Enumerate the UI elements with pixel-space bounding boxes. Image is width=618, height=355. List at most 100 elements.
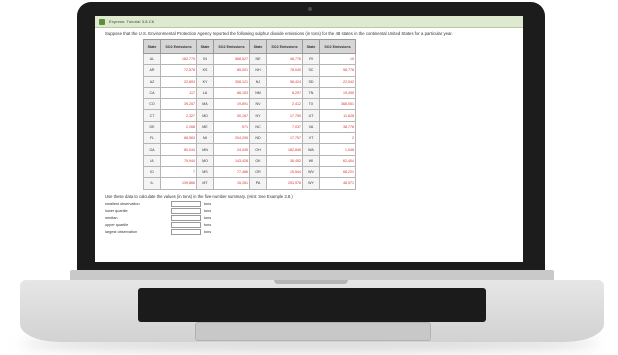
- emission-cell: 2: [319, 132, 356, 145]
- state-cell: UT: [302, 109, 320, 122]
- emission-cell: 78,040: [266, 64, 303, 77]
- emission-cell: 7,037: [266, 120, 303, 134]
- window-title: Express: Tutorial 3.8.C6: [109, 19, 155, 24]
- answer-input[interactable]: [171, 200, 201, 208]
- answer-input[interactable]: [171, 214, 201, 222]
- emission-cell: 1,048: [319, 143, 356, 156]
- state-cell: DE: [143, 120, 161, 134]
- laptop-hinge: [70, 270, 554, 280]
- table-row: IA 79,944 MO 143,428 OK 36,452 WI 62,404: [143, 154, 356, 167]
- state-cell: CO: [143, 98, 161, 111]
- answer-unit: tons: [204, 216, 212, 221]
- column-header: SO2 Emissions: [213, 39, 250, 54]
- state-cell: NV: [249, 98, 267, 111]
- emission-cell: 368,051: [319, 98, 356, 111]
- state-cell: AZ: [143, 75, 161, 88]
- answer-input[interactable]: [171, 221, 201, 229]
- emission-cell: 22,893: [160, 75, 197, 88]
- state-cell: NC: [249, 120, 267, 134]
- state-cell: PA: [249, 177, 267, 190]
- emission-cell: 85,001: [213, 64, 250, 77]
- emission-cell: 204,295: [213, 132, 250, 145]
- answer-label: lower quartile: [105, 209, 128, 214]
- state-cell: CA: [143, 86, 161, 100]
- lid-notch: [274, 280, 348, 284]
- emission-cell: 17,757: [266, 132, 303, 145]
- emission-cell: 2,412: [266, 98, 303, 111]
- answer-unit: tons: [204, 230, 212, 235]
- table-row: FL 88,563 MI 204,295 ND 17,757 VT 2: [143, 132, 356, 145]
- emission-cell: 22,542: [319, 75, 356, 88]
- emission-cell: 68,221: [319, 165, 356, 179]
- state-cell: TX: [302, 98, 320, 111]
- table-row: ID 7 MS 77,486 OR 15,544 WV 68,221: [143, 165, 356, 179]
- table-row: AZ 22,893 KY 308,121 NJ 58,424 SD 22,542: [143, 75, 356, 88]
- state-cell: IL: [143, 177, 161, 190]
- state-cell: NM: [249, 86, 267, 100]
- table-row: AL 182,775 IN 568,527 NE 48,776 RI 15: [143, 52, 356, 66]
- state-cell: NH: [249, 64, 267, 77]
- answer-input[interactable]: [171, 207, 201, 215]
- emission-cell: 88,563: [160, 132, 197, 145]
- state-cell: MI: [196, 132, 214, 145]
- problem-prompt: Suppose that the U.S. Environmental Prot…: [105, 31, 453, 36]
- trackpad: [195, 322, 431, 341]
- app-icon: [99, 18, 105, 25]
- answer-label: largest observation: [105, 230, 138, 235]
- emission-cell: 143,428: [213, 154, 250, 167]
- emissions-table: State SO2 Emissions State SO2 Emissions …: [143, 39, 356, 190]
- emission-cell: 50,167: [213, 109, 250, 122]
- emission-cell: 98,778: [319, 64, 356, 77]
- column-header: State: [196, 39, 214, 54]
- answer-row: largest observation tons: [105, 228, 517, 236]
- state-cell: IA: [143, 154, 161, 167]
- state-cell: AR: [143, 64, 161, 77]
- answer-unit: tons: [204, 209, 212, 214]
- emission-cell: 80,044: [160, 143, 197, 156]
- table-row: CT 2,327 MD 50,167 NY 17,750 UT 11,628: [143, 109, 356, 122]
- emission-cell: 39,257: [160, 98, 197, 111]
- answer-input[interactable]: [171, 228, 201, 236]
- state-cell: CT: [143, 109, 161, 122]
- answer-unit: tons: [204, 223, 212, 228]
- emission-cell: 139,866: [160, 177, 197, 190]
- state-cell: LA: [196, 86, 214, 100]
- state-cell: NE: [249, 52, 267, 66]
- state-cell: ME: [196, 120, 214, 134]
- emission-cell: 11,628: [319, 109, 356, 122]
- state-cell: OK: [249, 154, 267, 167]
- state-cell: MN: [196, 143, 214, 156]
- state-cell: GA: [143, 143, 161, 156]
- state-cell: ND: [249, 132, 267, 145]
- column-header: SO2 Emissions: [319, 39, 356, 54]
- state-cell: WV: [302, 165, 320, 179]
- column-header: State: [249, 39, 267, 54]
- state-cell: TN: [302, 86, 320, 100]
- state-cell: IN: [196, 52, 214, 66]
- emission-cell: 58,424: [266, 75, 303, 88]
- laptop-screen: Express: Tutorial 3.8.C6 Suppose that th…: [95, 16, 523, 262]
- answer-label: upper quartile: [105, 223, 129, 228]
- state-cell: OH: [249, 143, 267, 156]
- state-cell: FL: [143, 132, 161, 145]
- column-header: State: [143, 39, 161, 54]
- state-cell: MO: [196, 154, 214, 167]
- emission-cell: 88,153: [213, 86, 250, 100]
- emission-cell: 15,281: [213, 177, 250, 190]
- state-cell: KY: [196, 75, 214, 88]
- state-cell: OR: [249, 165, 267, 179]
- state-cell: ID: [143, 165, 161, 179]
- emission-cell: 7: [160, 165, 197, 179]
- emission-cell: 24,445: [213, 143, 250, 156]
- emission-cell: 72,578: [160, 64, 197, 77]
- column-header: SO2 Emissions: [160, 39, 197, 54]
- emission-cell: 15,544: [266, 165, 303, 179]
- state-cell: MS: [196, 165, 214, 179]
- state-cell: VA: [302, 120, 320, 134]
- state-cell: MT: [196, 177, 214, 190]
- emission-cell: 17,750: [266, 109, 303, 122]
- emission-cell: 2,268: [160, 120, 197, 134]
- state-cell: MD: [196, 109, 214, 122]
- emission-cell: 15: [319, 52, 356, 66]
- answer-row: lower quartile tons: [105, 207, 517, 215]
